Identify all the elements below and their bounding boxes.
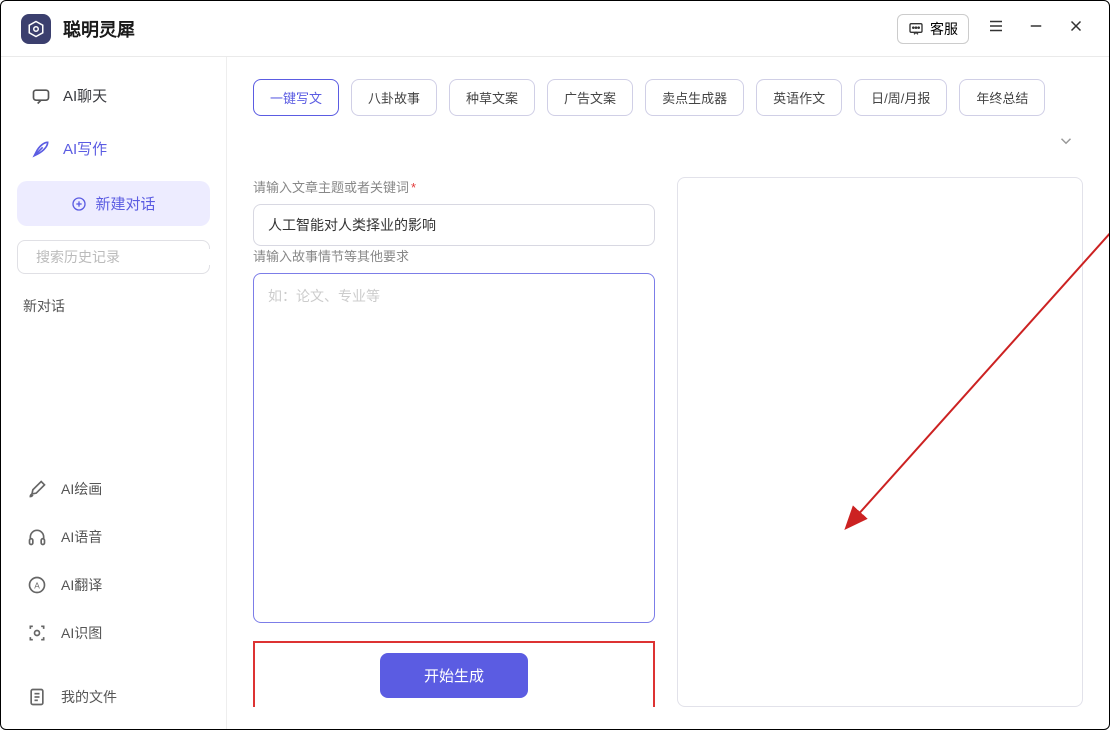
- sidebar-item-ai-voice[interactable]: AI语音: [17, 515, 210, 559]
- sidebar-item-my-files[interactable]: 我的文件: [17, 675, 210, 719]
- chat-icon: [31, 86, 51, 106]
- headphone-icon: [27, 527, 47, 547]
- brush-icon: [27, 479, 47, 499]
- tag-button[interactable]: 卖点生成器: [645, 79, 744, 116]
- sidebar-item-label: AI绘画: [61, 479, 102, 499]
- minimize-button[interactable]: [1023, 13, 1049, 44]
- image-scan-icon: [27, 623, 47, 643]
- customer-service-label: 客服: [930, 19, 958, 39]
- history-item[interactable]: 新对话: [17, 292, 210, 320]
- sidebar-item-label: AI翻译: [61, 575, 102, 595]
- tag-button[interactable]: 年终总结: [959, 79, 1045, 116]
- sidebar-item-label: AI语音: [61, 527, 102, 547]
- app-title: 聪明灵犀: [63, 16, 135, 42]
- history-item-label: 新对话: [23, 298, 65, 314]
- extra-field-label: 请输入故事情节等其他要求: [253, 246, 655, 265]
- sidebar-item-ai-translate[interactable]: A AI翻译: [17, 563, 210, 607]
- sidebar-item-ai-chat[interactable]: AI聊天: [17, 73, 210, 118]
- expand-tags-button[interactable]: [1049, 128, 1083, 159]
- sidebar-item-label: 我的文件: [61, 687, 117, 707]
- tag-button[interactable]: 种草文案: [449, 79, 535, 116]
- close-button[interactable]: [1063, 13, 1089, 44]
- generate-button[interactable]: 开始生成: [380, 653, 528, 698]
- hamburger-menu-button[interactable]: [983, 13, 1009, 44]
- chat-bubble-icon: [908, 21, 924, 37]
- tag-button[interactable]: 英语作文: [756, 79, 842, 116]
- plus-circle-icon: [71, 196, 87, 212]
- tag-button[interactable]: 一键写文: [253, 79, 339, 116]
- app-logo: [21, 14, 51, 44]
- file-icon: [27, 687, 47, 707]
- generate-highlight-box: 开始生成: [253, 641, 655, 707]
- new-chat-label: 新建对话: [95, 193, 155, 214]
- sidebar-item-ai-write[interactable]: AI写作: [17, 126, 210, 171]
- sidebar-item-label: AI聊天: [63, 85, 107, 106]
- sidebar-item-ai-draw[interactable]: AI绘画: [17, 467, 210, 511]
- new-chat-button[interactable]: 新建对话: [17, 181, 210, 226]
- translate-icon: A: [27, 575, 47, 595]
- topic-input[interactable]: [253, 204, 655, 246]
- chevron-down-icon: [1057, 132, 1075, 150]
- sidebar-item-label: AI识图: [61, 623, 102, 643]
- search-input[interactable]: [36, 249, 217, 265]
- topic-field-label: 请输入文章主题或者关键词*: [253, 177, 655, 196]
- svg-text:A: A: [34, 580, 40, 590]
- extra-textarea[interactable]: [253, 273, 655, 623]
- feather-icon: [31, 139, 51, 159]
- search-box[interactable]: [17, 240, 210, 274]
- tag-row: 一键写文 八卦故事 种草文案 广告文案 卖点生成器 英语作文 日/周/月报 年终…: [253, 79, 1083, 159]
- output-panel: [677, 177, 1083, 707]
- sidebar-item-ai-image-recognition[interactable]: AI识图: [17, 611, 210, 655]
- customer-service-button[interactable]: 客服: [897, 14, 969, 44]
- tag-button[interactable]: 八卦故事: [351, 79, 437, 116]
- tag-button[interactable]: 日/周/月报: [854, 79, 947, 116]
- tag-button[interactable]: 广告文案: [547, 79, 633, 116]
- sidebar-item-label: AI写作: [63, 138, 107, 159]
